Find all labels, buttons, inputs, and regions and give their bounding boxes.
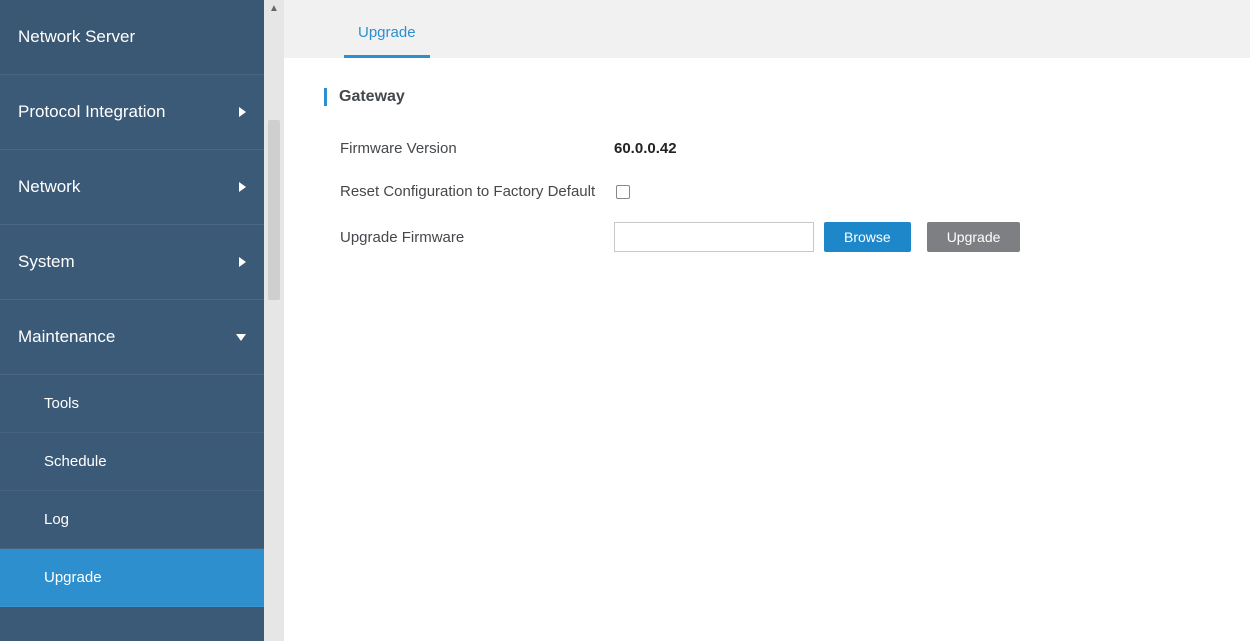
sidebar-sub-log[interactable]: Log [0, 491, 264, 549]
sidebar-item-label: System [18, 252, 75, 272]
sidebar-sub-label: Upgrade [44, 569, 102, 586]
sidebar-sub-upgrade[interactable]: Upgrade [0, 549, 264, 607]
chevron-right-icon [239, 107, 246, 117]
chevron-right-icon [239, 257, 246, 267]
tabbar: Upgrade [284, 0, 1250, 58]
firmware-version-value: 60.0.0.42 [614, 140, 677, 157]
upgrade-button[interactable]: Upgrade [927, 222, 1021, 252]
sidebar-sub-schedule[interactable]: Schedule [0, 433, 264, 491]
tab-upgrade[interactable]: Upgrade [340, 6, 434, 58]
browse-button[interactable]: Browse [824, 222, 911, 252]
field-label: Upgrade Firmware [324, 229, 614, 246]
field-label: Reset Configuration to Factory Default [324, 183, 614, 200]
sidebar-item-network-server[interactable]: Network Server [0, 0, 264, 75]
sidebar-item-label: Network [18, 177, 80, 197]
sidebar-item-label: Protocol Integration [18, 102, 165, 122]
sidebar-sub-label: Log [44, 511, 69, 528]
sidebar-item-network[interactable]: Network [0, 150, 264, 225]
sidebar-sub-tools[interactable]: Tools [0, 375, 264, 433]
tab-label: Upgrade [358, 24, 416, 41]
chevron-down-icon [236, 334, 246, 341]
sidebar-item-protocol-integration[interactable]: Protocol Integration [0, 75, 264, 150]
scroll-thumb[interactable] [268, 120, 280, 300]
chevron-right-icon [239, 182, 246, 192]
section-title: Gateway [324, 88, 1250, 106]
scroll-up-icon[interactable]: ▲ [269, 4, 279, 14]
field-reset-config: Reset Configuration to Factory Default [324, 183, 1250, 200]
main: Upgrade Gateway Firmware Version 60.0.0.… [284, 0, 1250, 641]
field-label: Firmware Version [324, 140, 614, 157]
reset-config-checkbox[interactable] [616, 185, 630, 199]
field-upgrade-firmware: Upgrade Firmware Browse Upgrade [324, 222, 1250, 252]
firmware-file-input[interactable] [614, 222, 814, 252]
sidebar-sub-label: Tools [44, 395, 79, 412]
sidebar-sub-label: Schedule [44, 453, 107, 470]
field-firmware-version: Firmware Version 60.0.0.42 [324, 140, 1250, 157]
content: Gateway Firmware Version 60.0.0.42 Reset… [284, 58, 1250, 252]
sidebar-item-label: Maintenance [18, 327, 115, 347]
sidebar-scrollbar[interactable]: ▲ [264, 0, 284, 641]
sidebar-item-label: Network Server [18, 27, 135, 47]
sidebar: Network Server Protocol Integration Netw… [0, 0, 264, 641]
sidebar-item-maintenance[interactable]: Maintenance [0, 300, 264, 375]
sidebar-item-system[interactable]: System [0, 225, 264, 300]
